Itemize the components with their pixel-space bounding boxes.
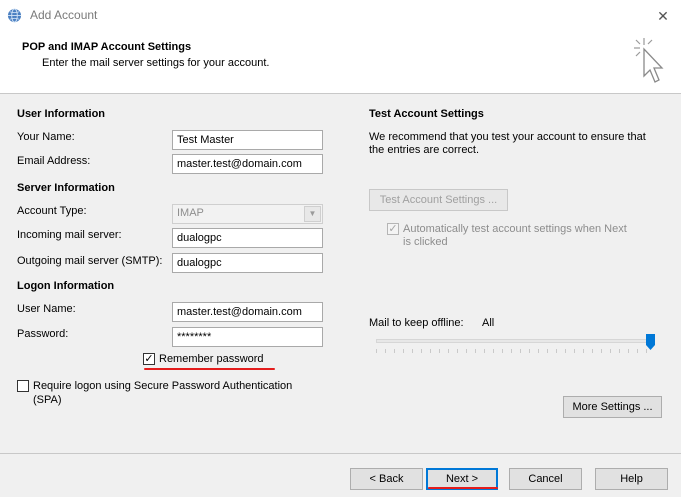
offline-label: Mail to keep offline: — [369, 317, 464, 329]
page-title: POP and IMAP Account Settings — [22, 41, 192, 53]
user-name-label: User Name: — [17, 303, 76, 315]
auto-test-checkbox[interactable]: ✓ — [387, 223, 399, 235]
server-info-heading: Server Information — [17, 182, 115, 194]
logon-info-heading: Logon Information — [17, 280, 115, 292]
auto-test-label-line2: is clicked — [403, 236, 448, 248]
password-label: Password: — [17, 328, 69, 340]
dropdown-arrow-icon: ▼ — [304, 206, 321, 222]
auto-test-label-line1: Automatically test account settings when… — [403, 223, 627, 235]
checkmark-icon: ✓ — [388, 223, 398, 235]
your-name-label: Your Name: — [17, 131, 75, 143]
footer-divider — [0, 453, 681, 454]
close-icon[interactable]: ✕ — [652, 6, 674, 26]
checkmark-icon: ✓ — [144, 353, 154, 365]
window-title: Add Account — [30, 8, 98, 22]
incoming-server-field[interactable]: dualogpc — [172, 228, 323, 248]
offline-slider-track[interactable] — [376, 339, 653, 343]
cancel-button[interactable]: Cancel — [509, 468, 582, 490]
test-account-settings-button[interactable]: Test Account Settings ... — [369, 189, 508, 211]
annotation-underline — [428, 487, 498, 489]
outgoing-server-label: Outgoing mail server (SMTP): — [17, 255, 163, 267]
email-address-field[interactable]: master.test@domain.com — [172, 154, 323, 174]
help-button[interactable]: Help — [595, 468, 668, 490]
remember-password-label: Remember password — [159, 353, 264, 365]
remember-password-checkbox[interactable]: ✓ — [143, 353, 155, 365]
title-bar — [0, 0, 681, 31]
email-address-label: Email Address: — [17, 155, 91, 167]
account-type-value: IMAP — [177, 207, 204, 219]
slider-thumb-icon[interactable] — [646, 334, 655, 350]
your-name-field[interactable]: Test Master — [172, 130, 323, 150]
more-settings-button[interactable]: More Settings ... — [563, 396, 662, 418]
account-type-label: Account Type: — [17, 205, 87, 217]
incoming-server-label: Incoming mail server: — [17, 229, 122, 241]
user-info-heading: User Information — [17, 108, 106, 120]
offline-slider-ticks — [376, 349, 653, 353]
offline-value: All — [482, 317, 495, 329]
user-name-field[interactable]: master.test@domain.com — [172, 302, 323, 322]
spa-label-line2: (SPA) — [33, 394, 62, 406]
outgoing-server-field[interactable]: dualogpc — [172, 253, 323, 273]
spa-label-line1: Require logon using Secure Password Auth… — [33, 380, 293, 392]
globe-icon — [7, 8, 22, 23]
account-type-select: IMAP ▼ — [172, 204, 323, 224]
annotation-underline — [144, 368, 275, 370]
page-subtitle: Enter the mail server settings for your … — [42, 57, 270, 69]
test-settings-heading: Test Account Settings — [369, 108, 484, 120]
password-field[interactable]: ******** — [172, 327, 323, 347]
spa-checkbox[interactable] — [17, 380, 29, 392]
back-button[interactable]: < Back — [350, 468, 423, 490]
wizard-cursor-icon — [634, 38, 664, 83]
test-settings-desc-line2: the entries are correct. — [369, 144, 480, 156]
test-settings-desc-line1: We recommend that you test your account … — [369, 131, 646, 143]
